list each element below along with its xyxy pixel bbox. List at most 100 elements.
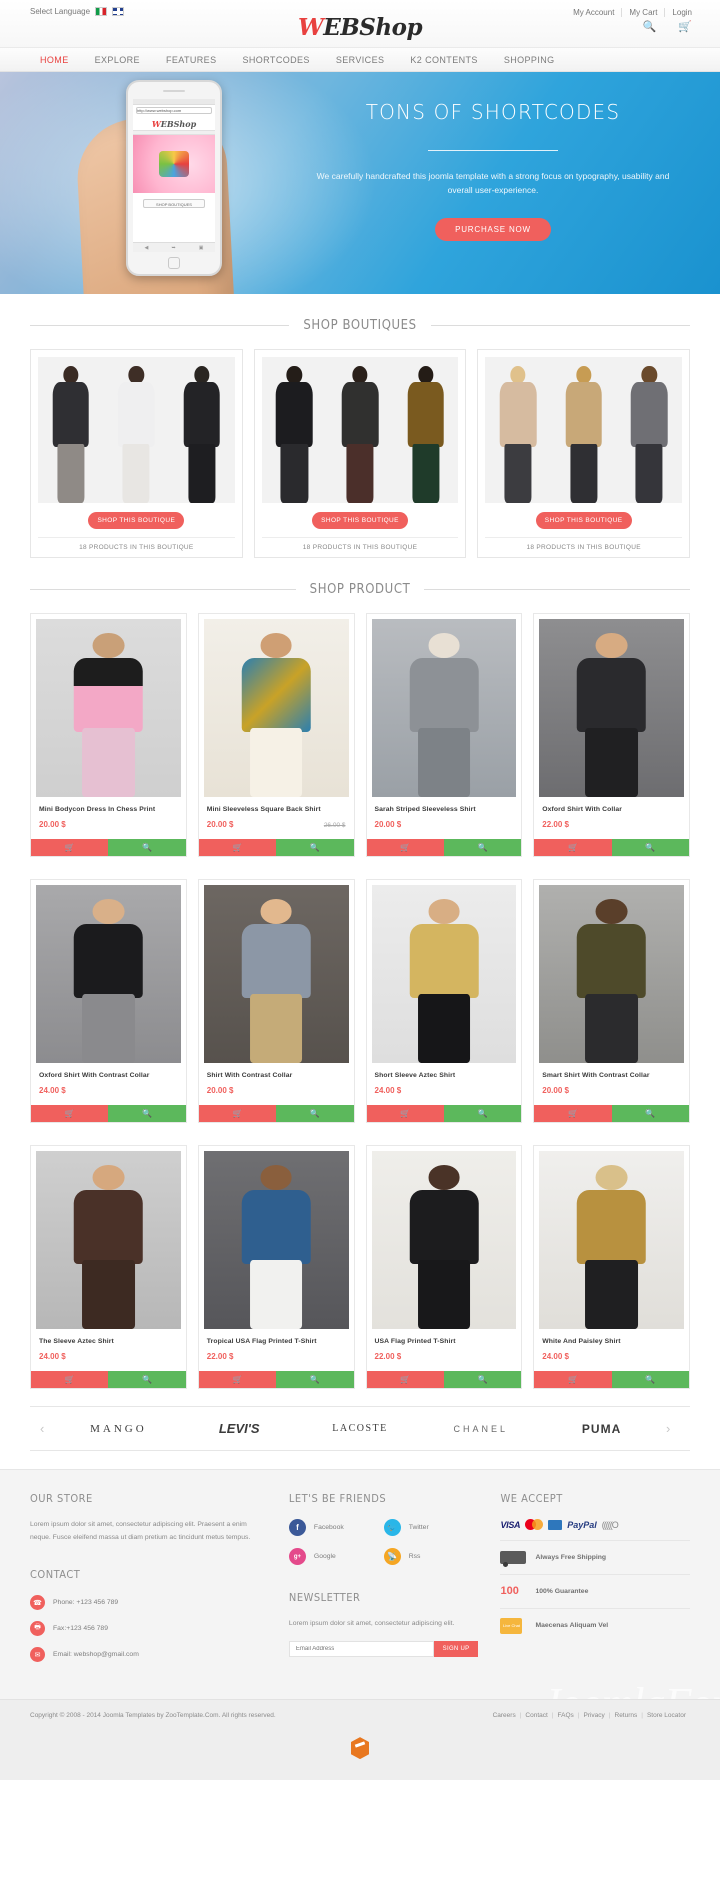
add-to-cart-icon[interactable]: 🛒 — [31, 839, 109, 856]
chevron-left-icon[interactable]: ‹ — [40, 1421, 54, 1436]
contact-row-phone: ☎ Phone: +123 456 789 — [30, 1595, 267, 1611]
add-to-cart-icon[interactable]: 🛒 — [366, 1105, 444, 1122]
nav-item-home[interactable]: HOME — [40, 55, 69, 65]
add-to-cart-icon[interactable]: 🛒 — [31, 1371, 109, 1388]
brand-puma[interactable]: PUMA — [545, 1422, 658, 1436]
shop-this-boutique-button[interactable]: SHOP THIS BOUTIQUE — [535, 512, 632, 529]
quick-view-icon[interactable]: 🔍 — [108, 1371, 186, 1388]
nav-item-features[interactable]: FEATURES — [166, 55, 217, 65]
product-info: Tropical USA Flag Printed T-Shirt 22.00 … — [199, 1329, 354, 1371]
footer-link-contact[interactable]: Contact — [521, 1712, 551, 1719]
quick-view-icon[interactable]: 🔍 — [611, 1105, 689, 1122]
social-twitter[interactable]: 🐦 Twitter — [383, 1519, 479, 1536]
purchase-now-button[interactable]: PURCHASE NOW — [435, 217, 551, 241]
product-info: USA Flag Printed T-Shirt 22.00 $ — [367, 1329, 522, 1371]
nav-item-shopping[interactable]: SHOPPING — [504, 55, 555, 65]
quick-view-icon[interactable]: 🔍 — [276, 1371, 354, 1388]
add-to-cart-icon[interactable]: 🛒 — [366, 1371, 444, 1388]
product-info: Mini Bodycon Dress In Chess Print 20.00 … — [31, 797, 186, 839]
quick-view-icon[interactable]: 🔍 — [611, 839, 689, 856]
quick-view-icon[interactable]: 🔍 — [443, 839, 522, 856]
add-to-cart-icon[interactable]: 🛒 — [198, 1371, 277, 1388]
social-google[interactable]: g+ Google — [288, 1548, 384, 1565]
boutique-image — [485, 357, 683, 503]
social-links: f Facebook 🐦 Twitter g+ Google 📡 Rss — [288, 1519, 479, 1577]
brand-levis[interactable]: LEVI'S — [183, 1421, 296, 1436]
cart-icon[interactable]: 🛒 — [678, 22, 692, 33]
email-icon: ✉ — [30, 1647, 45, 1663]
brand-mango[interactable]: MANGO — [62, 1423, 175, 1435]
contact-row-fax: 🖶 Fax:+123 456 789 — [30, 1621, 267, 1637]
guarantee-badge-number: 100 — [500, 1585, 519, 1597]
newsletter-email-input[interactable] — [288, 1640, 434, 1657]
footer-link-faqs[interactable]: FAQs — [554, 1712, 578, 1719]
add-to-cart-icon[interactable]: 🛒 — [534, 1371, 612, 1388]
social-rss[interactable]: 📡 Rss — [383, 1548, 479, 1565]
add-to-cart-icon[interactable]: 🛒 — [198, 839, 277, 856]
product-card[interactable]: Sarah Striped Sleeveless Shirt 20.00 $ 🛒… — [365, 613, 523, 857]
quick-view-icon[interactable]: 🔍 — [611, 1371, 689, 1388]
product-actions: 🛒 🔍 — [31, 1105, 186, 1122]
logo-w: W — [297, 14, 324, 41]
contact-phone-text: Phone: +123 456 789 — [53, 1599, 119, 1607]
shop-this-boutique-button[interactable]: SHOP THIS BOUTIQUE — [312, 512, 408, 529]
brand-lacoste[interactable]: LACOSTE — [304, 1423, 417, 1434]
quick-view-icon[interactable]: 🔍 — [276, 1105, 354, 1122]
product-image — [539, 619, 684, 797]
product-card[interactable]: Tropical USA Flag Printed T-Shirt 22.00 … — [197, 1145, 355, 1389]
product-card[interactable]: USA Flag Printed T-Shirt 22.00 $ 🛒 🔍 — [365, 1145, 523, 1389]
nav-item-shortcodes[interactable]: SHORTCODES — [242, 55, 309, 65]
product-grid: Mini Bodycon Dress In Chess Print 20.00 … — [0, 613, 720, 1400]
nav-item-k2-contents[interactable]: K2 CONTENTS — [410, 55, 477, 65]
phone-speaker — [163, 90, 185, 92]
nav-item-services[interactable]: SERVICES — [336, 55, 385, 65]
paypal-icon: PayPal — [567, 1519, 597, 1530]
product-card[interactable]: Mini Sleeveless Square Back Shirt 20.00 … — [197, 613, 355, 857]
quick-view-icon[interactable]: 🔍 — [443, 1371, 522, 1388]
quick-view-icon[interactable]: 🔍 — [108, 1105, 186, 1122]
social-facebook-label: Facebook — [313, 1524, 344, 1531]
footer-link-privacy[interactable]: Privacy — [579, 1712, 608, 1719]
guarantee-icon: 100 — [500, 1583, 526, 1600]
footer-links: Careers | Contact | FAQs | Privacy | Returns… — [489, 1712, 690, 1719]
quick-view-icon[interactable]: 🔍 — [443, 1105, 522, 1122]
product-card[interactable]: Smart Shirt With Contrast Collar 20.00 $… — [533, 879, 690, 1123]
add-to-cart-icon[interactable]: 🛒 — [31, 1105, 109, 1122]
boutique-card[interactable]: SHOP THIS BOUTIQUE 18 PRODUCTS IN THIS B… — [253, 349, 467, 558]
nav-item-explore[interactable]: EXPLORE — [95, 55, 140, 65]
product-price: 20.00 $ — [374, 820, 402, 829]
product-actions: 🛒 🔍 — [31, 1371, 186, 1388]
newsletter-signup-button[interactable]: SIGN UP — [433, 1640, 479, 1657]
footer-link-returns[interactable]: Returns — [611, 1712, 642, 1719]
product-card[interactable]: Mini Bodycon Dress In Chess Print 20.00 … — [30, 613, 187, 857]
hero-phone-in-hand-image: http://www.webshop.com WEBShop SHOP BOUT… — [74, 74, 250, 294]
social-facebook[interactable]: f Facebook — [288, 1519, 384, 1536]
contact-fax-text: Fax:+123 456 789 — [53, 1625, 108, 1633]
product-title: Tropical USA Flag Printed T-Shirt — [206, 1338, 317, 1345]
product-image — [36, 1151, 181, 1329]
add-to-cart-icon[interactable]: 🛒 — [198, 1105, 277, 1122]
boutique-card[interactable]: SHOP THIS BOUTIQUE 18 PRODUCTS IN THIS B… — [477, 349, 691, 558]
product-card[interactable]: The Sleeve Aztec Shirt 24.00 $ 🛒 🔍 — [30, 1145, 187, 1389]
quick-view-icon[interactable]: 🔍 — [108, 839, 186, 856]
chevron-right-icon[interactable]: › — [666, 1421, 680, 1436]
add-to-cart-icon[interactable]: 🛒 — [534, 839, 612, 856]
product-card[interactable]: Oxford Shirt With Contrast Collar 24.00 … — [30, 879, 187, 1123]
footer-link-store-locator[interactable]: Store Locator — [643, 1712, 690, 1719]
product-card[interactable]: Oxford Shirt With Collar 22.00 $ 🛒 🔍 — [533, 613, 690, 857]
product-card[interactable]: White And Paisley Shirt 24.00 $ 🛒 🔍 — [533, 1145, 690, 1389]
boutique-card[interactable]: SHOP THIS BOUTIQUE 18 PRODUCTS IN THIS B… — [30, 349, 243, 558]
shop-this-boutique-button[interactable]: SHOP THIS BOUTIQUE — [88, 512, 185, 529]
phone-bag-graphic — [159, 151, 189, 177]
quick-view-icon[interactable]: 🔍 — [276, 839, 354, 856]
products-section-title: SHOP PRODUCT — [309, 582, 411, 597]
brand-chanel[interactable]: CHANEL — [424, 1424, 537, 1434]
search-icon[interactable]: 🔍 — [643, 22, 657, 33]
add-to-cart-icon[interactable]: 🛒 — [366, 839, 444, 856]
product-card[interactable]: Shirt With Contrast Collar 20.00 $ 🛒 🔍 — [197, 879, 355, 1123]
product-card[interactable]: Short Sleeve Aztec Shirt 24.00 $ 🛒 🔍 — [365, 879, 523, 1123]
add-to-cart-icon[interactable]: 🛒 — [534, 1105, 612, 1122]
footer-link-careers[interactable]: Careers — [489, 1712, 520, 1719]
product-actions: 🛒 🔍 — [31, 839, 186, 856]
site-logo[interactable]: WEBShop — [0, 14, 720, 41]
